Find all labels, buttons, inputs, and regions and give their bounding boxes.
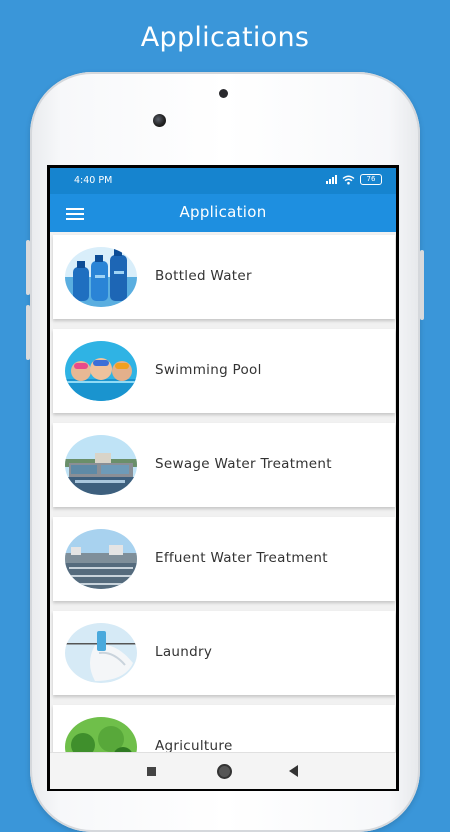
list-item-label: Agriculture (155, 738, 233, 752)
list-item-label: Laundry (155, 644, 213, 660)
effluent-plant-image (65, 529, 137, 589)
banner-title: Applications (140, 22, 310, 53)
list-item-agriculture[interactable]: Agriculture (53, 705, 395, 752)
applications-list[interactable]: Bottled Water Swimming Pool Sewage Water… (50, 232, 396, 752)
front-camera-icon (153, 114, 166, 127)
system-nav-bar (50, 752, 396, 789)
triangle-back-icon[interactable] (289, 765, 298, 777)
swimming-pool-image (65, 341, 137, 401)
signal-icon (326, 175, 337, 184)
list-item-bottled-water[interactable]: Bottled Water (53, 235, 395, 319)
list-item-effuent-water-treatment[interactable]: Effuent Water Treatment (53, 517, 395, 601)
square-icon[interactable] (147, 767, 156, 776)
battery-level: 76 (366, 175, 376, 183)
wifi-icon (342, 175, 355, 184)
phone-screen: 4:40 PM 76 Application Bottled Water Swi… (47, 165, 399, 791)
bottled-water-image (65, 247, 137, 307)
phone-sensor-dot (219, 89, 228, 98)
status-time: 4:40 PM (74, 175, 113, 186)
phone-side-button (26, 305, 30, 360)
phone-side-button (26, 240, 30, 295)
app-bar: Application (50, 194, 396, 232)
list-item-label: Swimming Pool (155, 362, 262, 378)
phone-side-button (420, 250, 424, 320)
list-item-swimming-pool[interactable]: Swimming Pool (53, 329, 395, 413)
circle-home-icon[interactable] (217, 764, 232, 779)
list-item-label: Bottled Water (155, 268, 252, 284)
list-item-sewage-water-treatment[interactable]: Sewage Water Treatment (53, 423, 395, 507)
app-bar-title: Application (179, 203, 267, 221)
list-item-label: Sewage Water Treatment (155, 456, 332, 472)
battery-icon: 76 (360, 174, 382, 185)
laundry-image (65, 623, 137, 683)
sewage-plant-image (65, 435, 137, 495)
list-item-label: Effuent Water Treatment (155, 550, 328, 566)
status-bar: 4:40 PM 76 (50, 168, 396, 194)
agriculture-image (65, 717, 137, 752)
list-item-laundry[interactable]: Laundry (53, 611, 395, 695)
